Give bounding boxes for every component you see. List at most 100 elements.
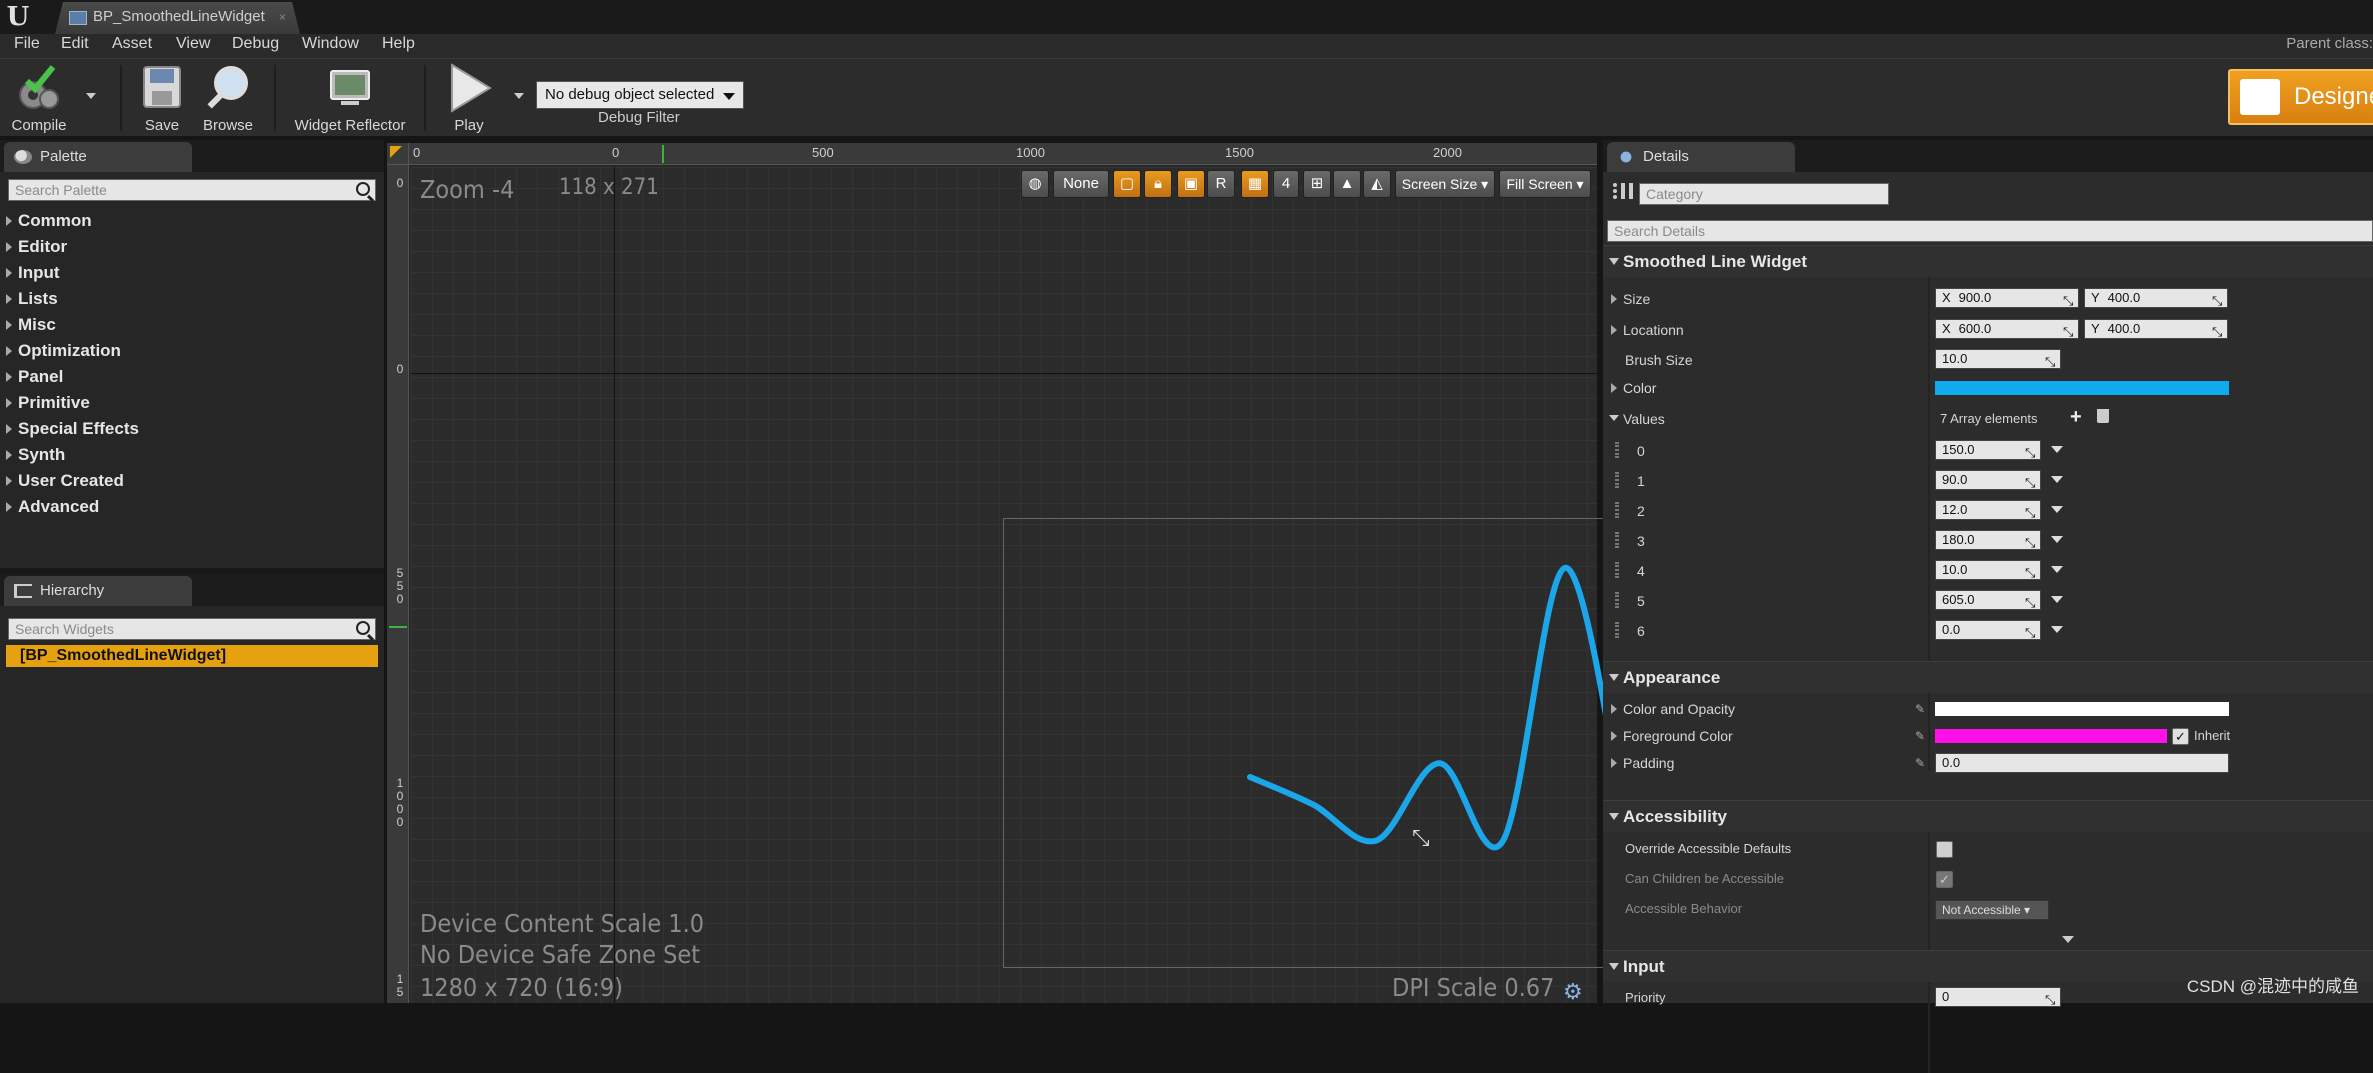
details-tab[interactable]: Details	[1607, 142, 1795, 172]
element-options-chevron-icon[interactable]	[2051, 446, 2063, 459]
widget-reflector-button[interactable]: Widget Reflector	[290, 63, 410, 115]
spin-icon[interactable]: ⤡	[2025, 474, 2036, 485]
hierarchy-root-item[interactable]: [BP_SmoothedLineWidget]	[6, 645, 378, 667]
add-element-icon[interactable]: +	[2070, 406, 2082, 429]
value-field[interactable]: 10.0⤡	[1935, 560, 2041, 580]
size-label[interactable]: Size	[1623, 291, 1650, 307]
bind-icon[interactable]: ✎	[1915, 702, 1927, 714]
compile-button[interactable]: Compile	[6, 63, 72, 119]
close-tab-icon[interactable]: ×	[279, 2, 286, 32]
color-label[interactable]: Color	[1623, 380, 1656, 396]
fill-screen-dropdown[interactable]: Fill Screen ▾	[1499, 170, 1591, 198]
compile-options-chevron-icon[interactable]	[86, 93, 96, 104]
bind-icon[interactable]: ✎	[1915, 756, 1927, 768]
location-label[interactable]: Locationn	[1623, 322, 1684, 338]
document-tab[interactable]: BP_SmoothedLineWidget ×	[55, 2, 300, 34]
foreground-color-label[interactable]: Foreground Color	[1623, 728, 1733, 744]
element-options-chevron-icon[interactable]	[2051, 566, 2063, 579]
outline-toggle[interactable]: ▢	[1113, 170, 1141, 198]
dimensions-toggle[interactable]: ⊞	[1303, 170, 1331, 198]
brush-size-field[interactable]: 10.0⤡	[1935, 349, 2061, 369]
bind-icon[interactable]: ✎	[1915, 729, 1927, 741]
value-field[interactable]: 12.0⤡	[1935, 500, 2041, 520]
lock-toggle[interactable]: 🔒︎	[1144, 170, 1172, 198]
drag-handle-icon[interactable]	[1615, 592, 1619, 608]
value-field[interactable]: 180.0⤡	[1935, 530, 2041, 550]
drag-handle-icon[interactable]	[1615, 502, 1619, 518]
menu-debug[interactable]: Debug	[232, 35, 279, 53]
foreground-color-swatch[interactable]	[1935, 729, 2167, 743]
color-swatch[interactable]	[1935, 381, 2229, 395]
values-label[interactable]: Values	[1623, 411, 1665, 427]
play-button[interactable]: Play	[436, 63, 502, 117]
spin-icon[interactable]: ⤡	[2045, 353, 2056, 364]
priority-field[interactable]: 0⤡	[1935, 987, 2061, 1007]
section-smoothed-line-widget[interactable]: Smoothed Line Widget	[1603, 245, 2373, 277]
menu-view[interactable]: View	[176, 35, 210, 53]
debug-object-dropdown[interactable]: No debug object selected	[536, 81, 744, 109]
menu-asset[interactable]: Asset	[112, 35, 152, 53]
drag-handle-icon[interactable]	[1615, 442, 1619, 458]
palette-category-optimization[interactable]: Optimization	[0, 338, 380, 364]
designer-viewport[interactable]: 0 0 500 1000 1500 2000 0 0 5 5 0 1 0 0 0…	[387, 143, 1597, 1003]
size-y-field[interactable]: Y400.0⤡	[2084, 288, 2228, 308]
section-accessibility[interactable]: Accessibility	[1603, 800, 2373, 832]
spin-icon[interactable]: ⤡	[2212, 292, 2223, 303]
play-options-chevron-icon[interactable]	[514, 93, 524, 104]
hierarchy-search-input[interactable]: Search Widgets	[8, 618, 376, 640]
save-button[interactable]: Save	[136, 63, 188, 115]
size-x-field[interactable]: X900.0⤡	[1935, 288, 2079, 308]
palette-category-advanced[interactable]: Advanced	[0, 494, 380, 520]
advanced-expand-icon[interactable]	[2062, 936, 2074, 949]
spin-icon[interactable]: ⤡	[2025, 444, 2036, 455]
override-defaults-checkbox[interactable]	[1936, 841, 1953, 858]
view-options-icon[interactable]	[1613, 183, 1633, 199]
spin-icon[interactable]: ⤡	[2045, 991, 2056, 1002]
menu-file[interactable]: File	[14, 35, 40, 53]
world-space-toggle[interactable]: ◍	[1021, 170, 1049, 198]
element-options-chevron-icon[interactable]	[2051, 626, 2063, 639]
menu-edit[interactable]: Edit	[61, 35, 89, 53]
palette-category-input[interactable]: Input	[0, 260, 380, 286]
color-opacity-label[interactable]: Color and Opacity	[1623, 701, 1735, 717]
spin-icon[interactable]: ⤡	[2025, 534, 2036, 545]
spin-icon[interactable]: ⤡	[2063, 323, 2074, 334]
location-x-field[interactable]: X600.0⤡	[1935, 319, 2079, 339]
grid-size-dropdown[interactable]: 4	[1273, 170, 1299, 198]
dpi-settings-gear-icon[interactable]: ⚙	[1563, 979, 1583, 1005]
element-options-chevron-icon[interactable]	[2051, 596, 2063, 609]
delete-all-icon[interactable]	[2097, 409, 2109, 423]
respect-toggle[interactable]: R	[1207, 170, 1235, 198]
palette-category-special-effects[interactable]: Special Effects	[0, 416, 380, 442]
palette-category-primitive[interactable]: Primitive	[0, 390, 380, 416]
grid-snap-toggle[interactable]: ▦	[1241, 170, 1269, 198]
background-toggle[interactable]: ▲	[1333, 170, 1361, 198]
value-field[interactable]: 150.0⤡	[1935, 440, 2041, 460]
palette-category-editor[interactable]: Editor	[0, 234, 380, 260]
location-y-field[interactable]: Y400.0⤡	[2084, 319, 2228, 339]
respect-locks-toggle[interactable]: ▣	[1177, 170, 1205, 198]
color-opacity-swatch[interactable]	[1935, 702, 2229, 716]
spin-icon[interactable]: ⤡	[2025, 504, 2036, 515]
drag-handle-icon[interactable]	[1615, 622, 1619, 638]
palette-category-synth[interactable]: Synth	[0, 442, 380, 468]
element-options-chevron-icon[interactable]	[2051, 476, 2063, 489]
palette-category-misc[interactable]: Misc	[0, 312, 380, 338]
palette-search-input[interactable]: Search Palette	[8, 179, 376, 201]
spin-icon[interactable]: ⤡	[2212, 323, 2223, 334]
inherit-checkbox[interactable]: ✓	[2172, 728, 2189, 745]
spin-icon[interactable]: ⤡	[2025, 624, 2036, 635]
section-appearance[interactable]: Appearance	[1603, 661, 2373, 693]
padding-label[interactable]: Padding	[1623, 755, 1674, 771]
mirror-toggle[interactable]: ◭	[1363, 170, 1391, 198]
drag-handle-icon[interactable]	[1615, 472, 1619, 488]
details-search-input[interactable]: Search Details	[1607, 220, 2373, 242]
preview-dropdown[interactable]: None	[1053, 170, 1109, 198]
value-field[interactable]: 90.0⤡	[1935, 470, 2041, 490]
drag-handle-icon[interactable]	[1615, 532, 1619, 548]
drag-handle-icon[interactable]	[1615, 562, 1619, 578]
palette-category-common[interactable]: Common	[0, 208, 380, 234]
menu-window[interactable]: Window	[302, 35, 359, 53]
palette-category-user-created[interactable]: User Created	[0, 468, 380, 494]
browse-button[interactable]: Browse	[198, 63, 258, 115]
